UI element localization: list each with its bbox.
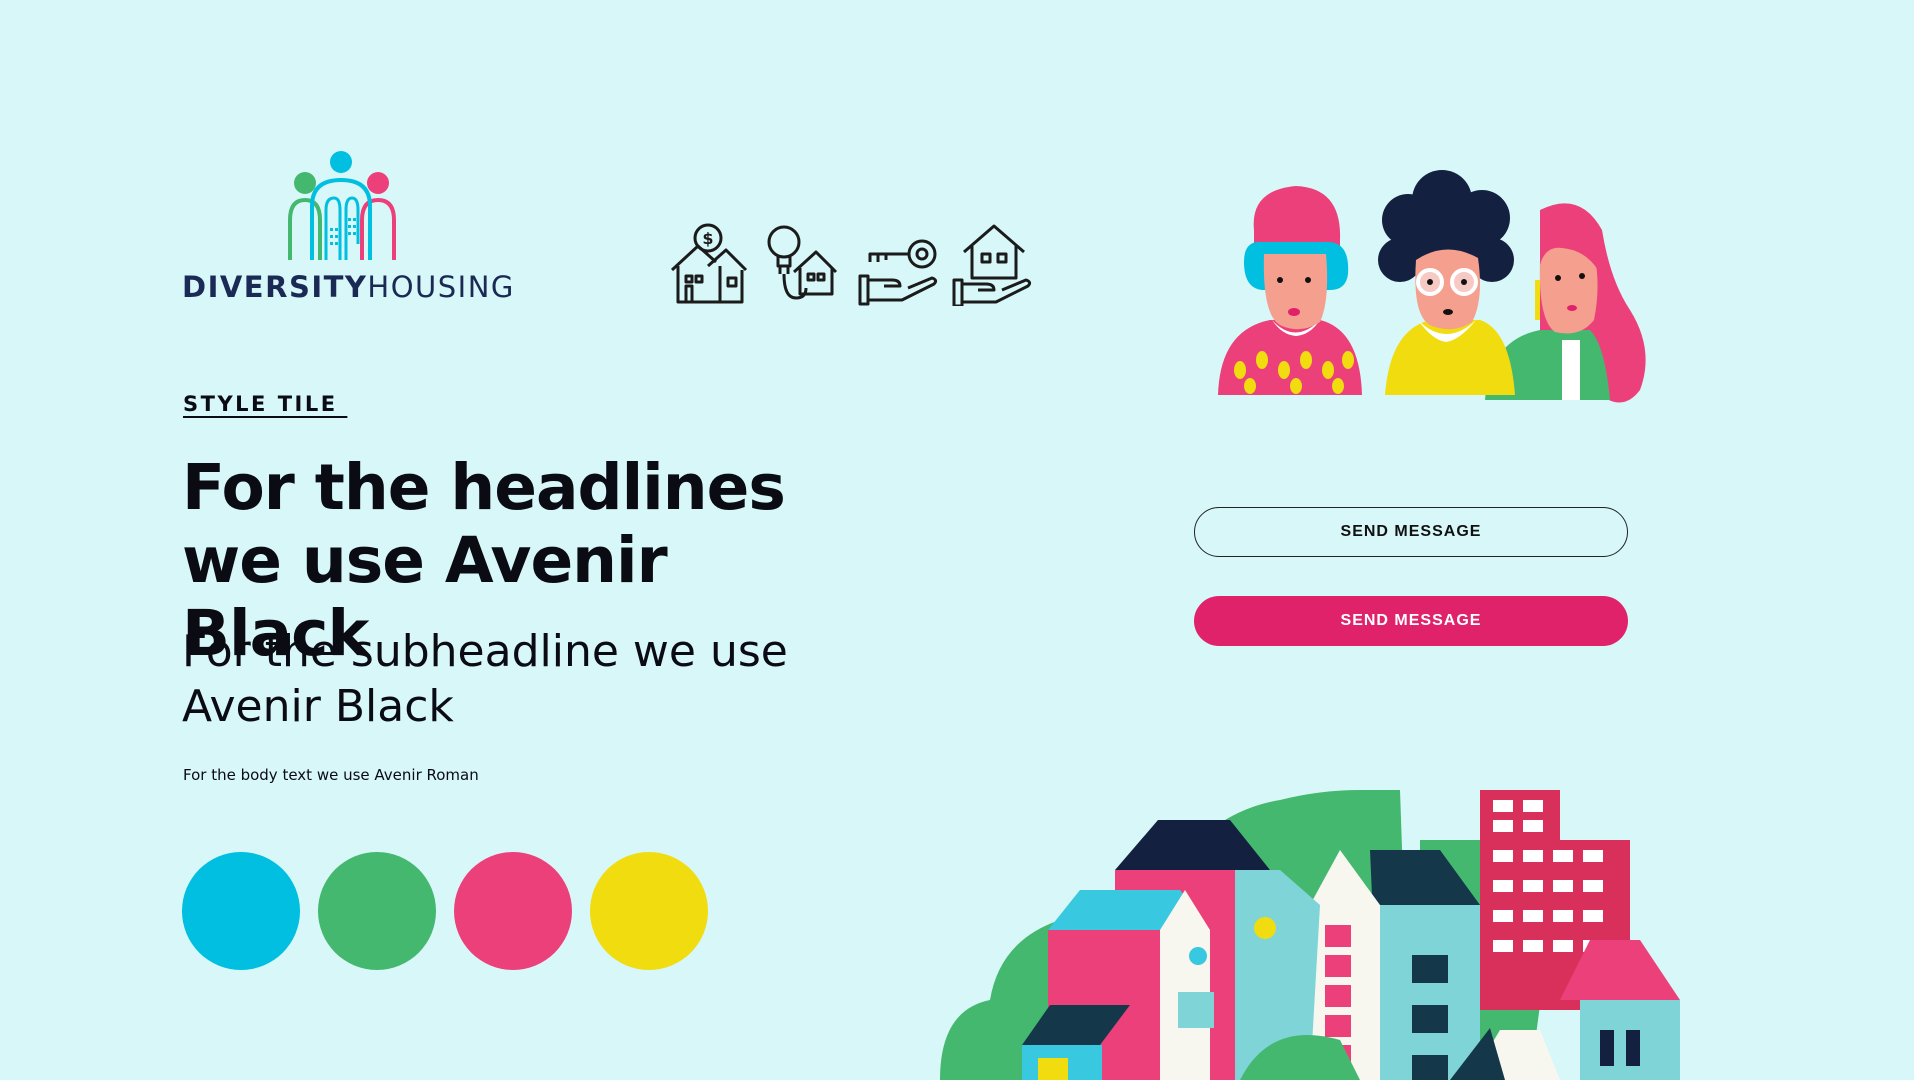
logo-wordmark-bold: DIVERSITY — [182, 270, 368, 304]
town-illustration — [940, 790, 1680, 1080]
svg-text:$: $ — [702, 229, 713, 248]
hand-key-icon — [858, 239, 938, 306]
people-illustration — [1218, 170, 1646, 403]
logo-wordmark-light: HOUSING — [367, 270, 515, 304]
logo-wordmark: DIVERSITYHOUSING — [182, 270, 515, 304]
send-message-outline-button[interactable]: SEND MESSAGE — [1194, 507, 1628, 557]
swatch-yellow — [590, 852, 708, 970]
icon-row: $ — [668, 222, 1032, 312]
body-text-sample: For the body text we use Avenir Roman — [183, 766, 479, 784]
swatch-pink — [454, 852, 572, 970]
style-tile-label: STYLE TILE — [183, 392, 348, 416]
swatch-cyan — [182, 852, 300, 970]
lightbulb-house-icon — [767, 225, 838, 300]
subheadline-sample: For the subheadline we use Avenir Black — [182, 626, 788, 732]
logo-people-icon — [288, 151, 396, 260]
house-coin-icon: $ — [670, 223, 748, 304]
send-message-filled-button[interactable]: SEND MESSAGE — [1194, 596, 1628, 646]
swatch-green — [318, 852, 436, 970]
hand-house-icon — [952, 224, 1032, 306]
logo: DIVERSITYHOUSING — [182, 148, 513, 308]
